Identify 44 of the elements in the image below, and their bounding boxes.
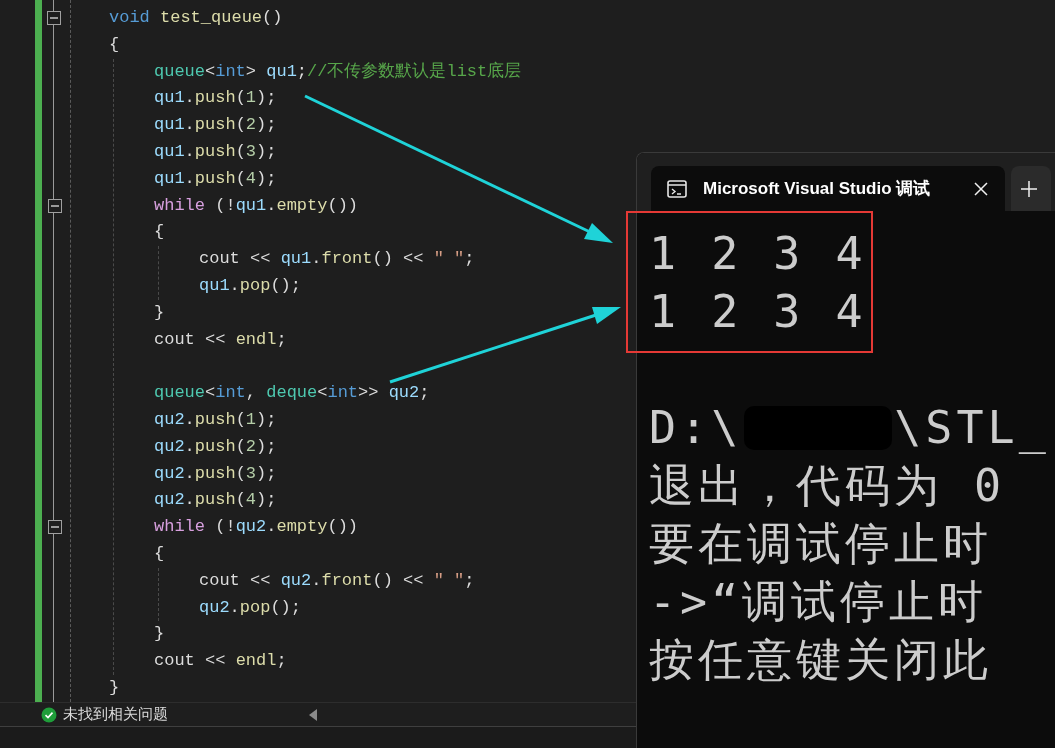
code-line: qu2.push(2); bbox=[154, 436, 277, 456]
code-line: qu2.push(3); bbox=[154, 463, 277, 483]
tab-title: Microsoft Visual Studio 调试 bbox=[703, 177, 931, 200]
collapse-icon[interactable] bbox=[48, 198, 62, 213]
status-message: 未找到相关问题 bbox=[63, 704, 168, 725]
code-line: queue<int> qu1;//不传参数默认是list底层 bbox=[154, 61, 522, 81]
code-line: { bbox=[154, 543, 165, 563]
code-line: } bbox=[109, 677, 120, 697]
console-text: 要在调试停止时 bbox=[649, 516, 992, 572]
console-text: 按任意键关闭此 bbox=[649, 632, 992, 688]
code-line: } bbox=[154, 624, 165, 644]
collapse-icon[interactable] bbox=[48, 520, 62, 535]
close-icon bbox=[974, 181, 988, 196]
code-line: qu1.pop(); bbox=[199, 275, 302, 295]
code-line: { bbox=[154, 222, 165, 242]
code-line: qu2.push(4); bbox=[154, 490, 277, 510]
scroll-left-icon[interactable] bbox=[309, 709, 317, 721]
code-line: cout << endl; bbox=[154, 651, 287, 671]
code-line: cout << endl; bbox=[154, 329, 287, 349]
console-tab[interactable]: Microsoft Visual Studio 调试 bbox=[651, 166, 1005, 211]
code-line: cout << qu2.front() << " "; bbox=[199, 570, 475, 590]
code-line: while (!qu1.empty()) bbox=[154, 195, 359, 215]
terminal-icon bbox=[667, 179, 687, 198]
new-tab-button[interactable] bbox=[1011, 166, 1051, 211]
code-line: queue<int, deque<int>> qu2; bbox=[154, 383, 430, 403]
code-line: qu2.pop(); bbox=[199, 597, 302, 617]
code-line: cout << qu1.front() << " "; bbox=[199, 249, 475, 269]
code-line: qu1.push(4); bbox=[154, 168, 277, 188]
console-text: \STL_ bbox=[894, 400, 1050, 456]
code-line: qu1.push(1); bbox=[154, 88, 277, 108]
code-line: while (!qu2.empty()) bbox=[154, 517, 359, 537]
code-line: qu2.push(1); bbox=[154, 409, 277, 429]
plus-icon bbox=[1021, 180, 1037, 197]
collapse-icon[interactable] bbox=[47, 11, 61, 25]
code-line: } bbox=[154, 302, 165, 322]
console-output: 1 2 3 4 bbox=[649, 285, 867, 338]
code-line: void test_queue() bbox=[109, 8, 283, 27]
console-text: ->“调试停止时 bbox=[649, 574, 988, 630]
console-text: D:\ bbox=[649, 400, 743, 456]
code-line: qu1.push(3); bbox=[154, 142, 277, 161]
console-output: 1 2 3 4 bbox=[649, 227, 867, 280]
console-text: 退出，代码为 0 bbox=[649, 458, 1006, 514]
code-line: qu1.push(2); bbox=[154, 115, 277, 135]
code-line: { bbox=[109, 34, 120, 54]
